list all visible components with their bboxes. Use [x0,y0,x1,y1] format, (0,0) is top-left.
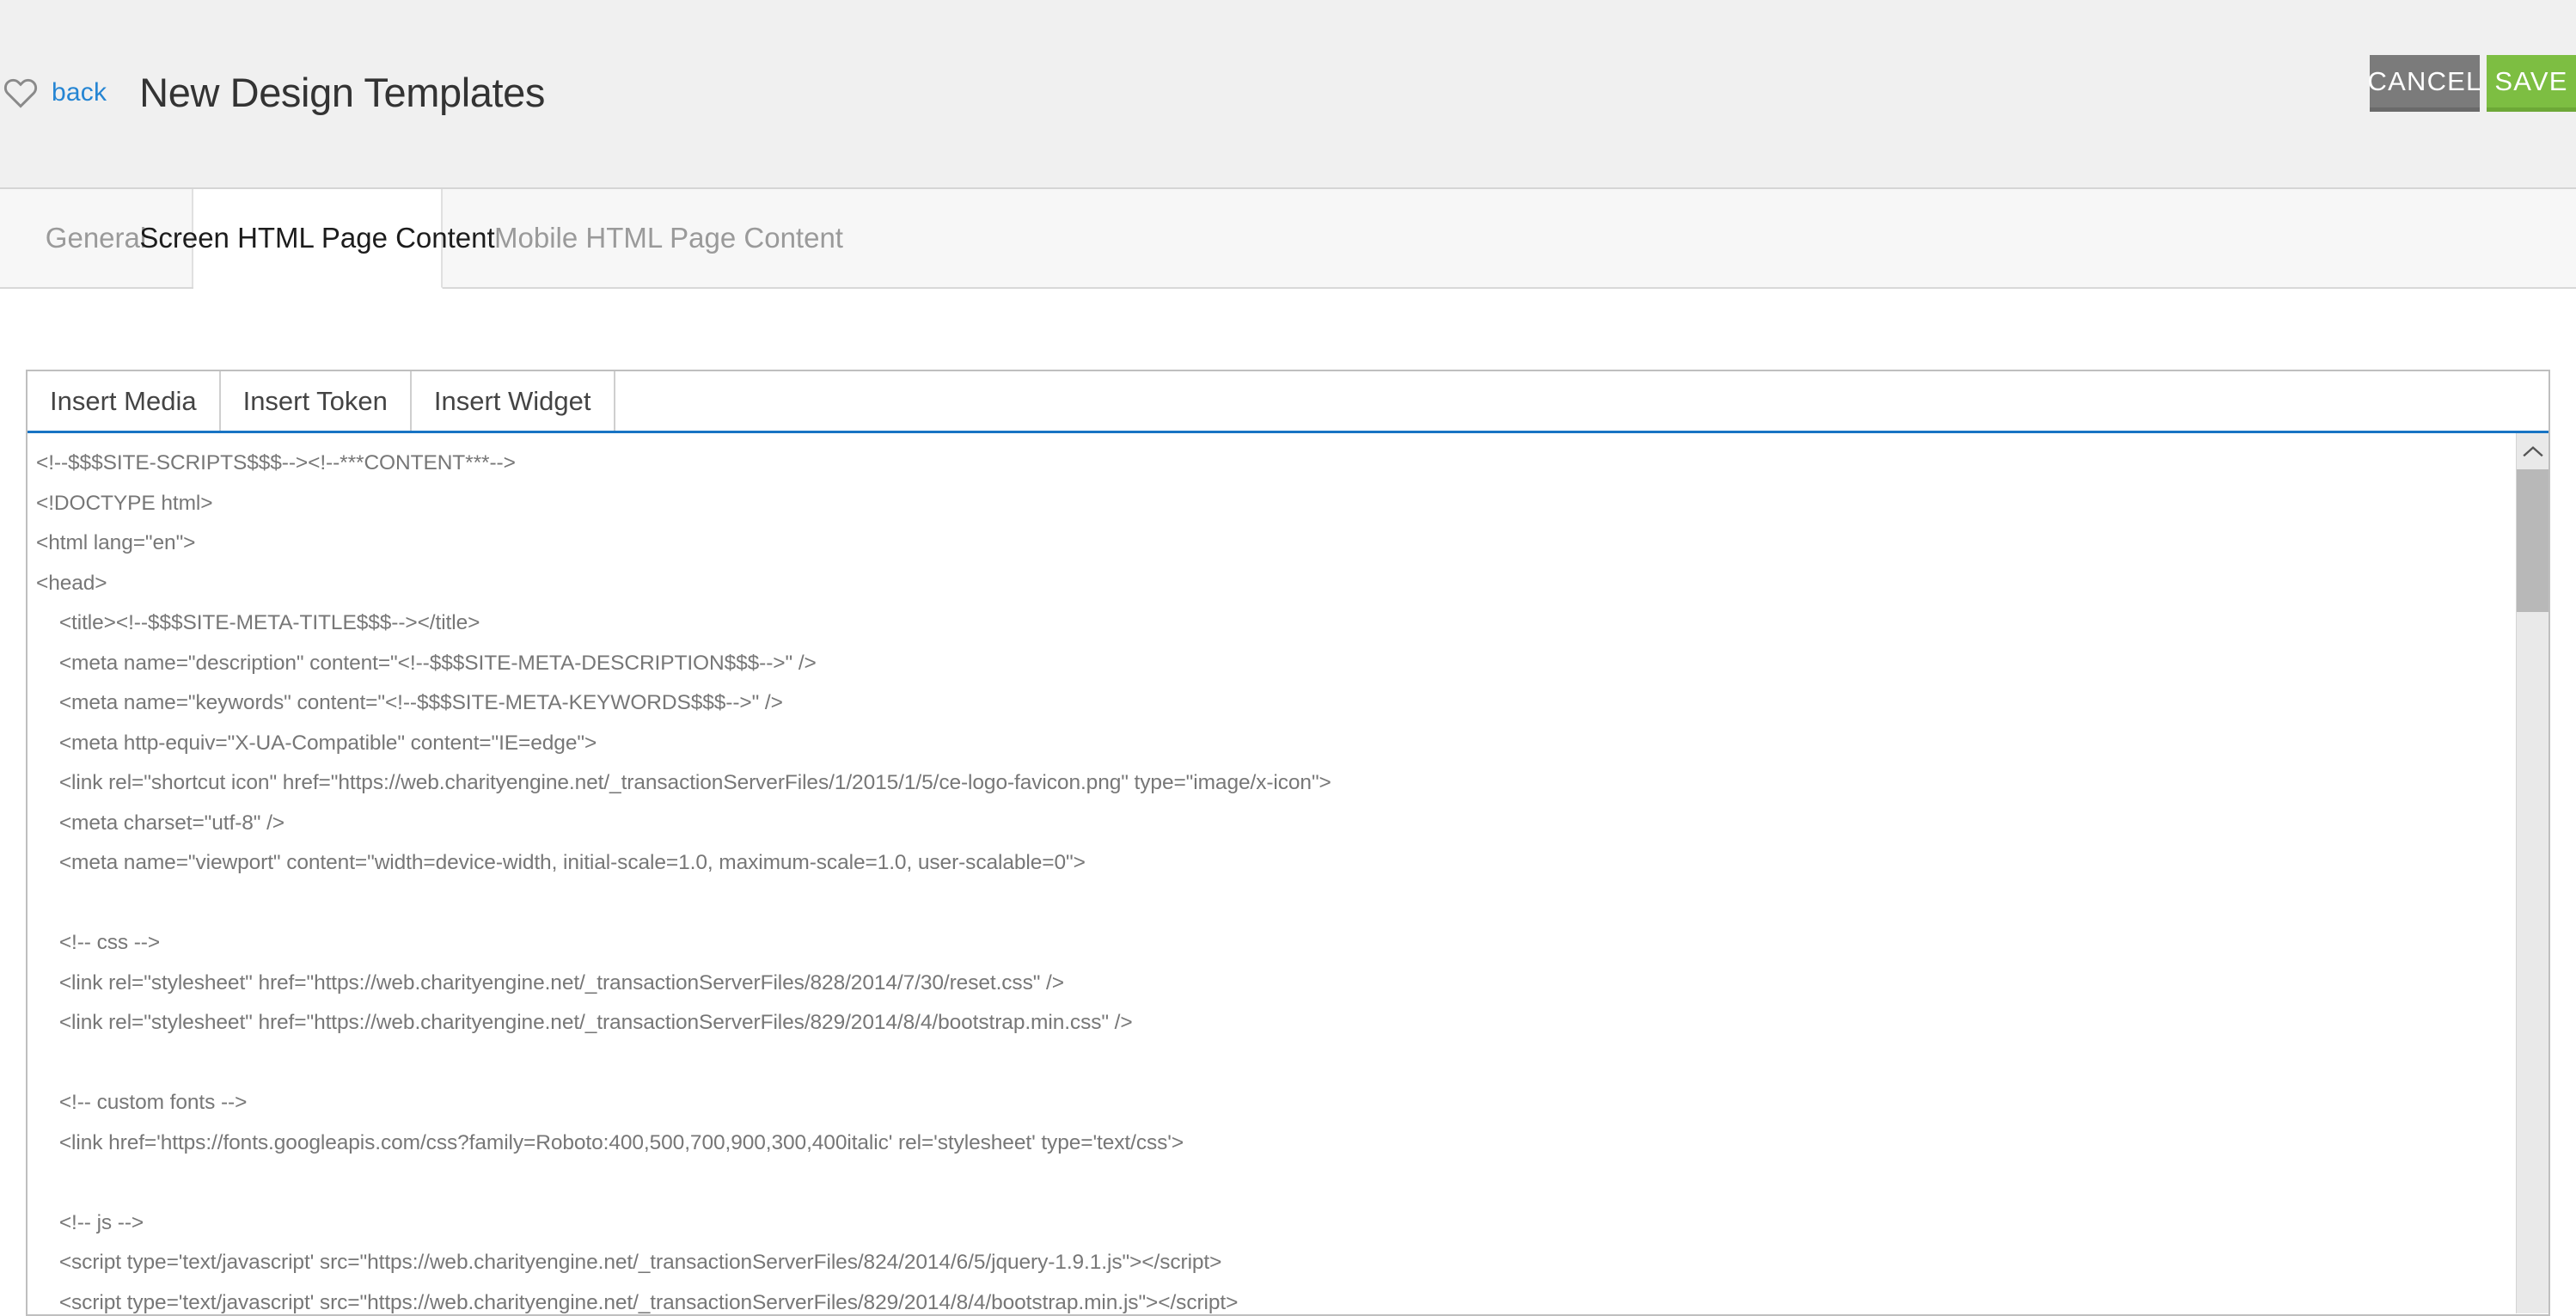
code-line: <link href='https://fonts.googleapis.com… [36,1130,1184,1154]
code-line: <script type='text/javascript' src="http… [36,1251,1222,1274]
code-line: <!--$$$SITE-SCRIPTS$$$--><!--***CONTENT*… [36,451,516,474]
code-line: <title><!--$$$SITE-META-TITLE$$$--></tit… [36,611,480,634]
page-title: New Design Templates [139,70,545,115]
code-line: <script type='text/javascript' src="http… [36,1290,1239,1314]
header-left-group: back New Design Templates [0,69,545,116]
tab-mobile-html-page-content[interactable]: Mobile HTML Page Content [443,189,2576,287]
code-line: <!DOCTYPE html> [36,491,213,515]
code-textarea[interactable]: <!--$$$SITE-SCRIPTS$$$--><!--***CONTENT*… [28,433,2516,1313]
code-line: <!-- js --> [36,1210,144,1234]
code-line: <link rel="stylesheet" href="https://web… [36,970,1064,995]
tab-screen-html-page-content[interactable]: Screen HTML Page Content [139,189,495,289]
code-line: <link rel="shortcut icon" href="https://… [36,771,1331,794]
code-line: <head> [36,571,107,595]
editor-vertical-scrollbar[interactable] [2516,433,2548,1313]
code-line: <!-- css --> [36,931,161,954]
code-line: <meta http-equiv="X-UA-Compatible" conte… [36,731,597,755]
cancel-button[interactable]: CANCEL [2368,55,2481,112]
tab-bar: General Screen HTML Page Content Mobile … [0,189,2576,289]
code-line: <meta charset="utf-8" /> [36,811,285,835]
code-line: <meta name="keywords" content="<!--$$$SI… [36,691,783,714]
insert-widget-button[interactable]: Insert Widget [411,371,615,431]
save-button[interactable]: SAVE [2487,55,2576,112]
editor-body: <!--$$$SITE-SCRIPTS$$$--><!--***CONTENT*… [28,433,2548,1313]
code-line: <html lang="en"> [36,531,196,554]
heart-outline-icon[interactable] [0,74,40,112]
code-line: <!-- custom fonts --> [36,1091,248,1114]
html-editor-panel: Insert Media Insert Token Insert Widget … [26,370,2550,1316]
scroll-up-button[interactable] [2517,433,2548,469]
code-line: <meta name="description" content="<!--$$… [36,651,817,675]
code-line: <link rel="stylesheet" href="https://web… [36,1011,1133,1034]
header-action-buttons: CANCEL SAVE [2368,55,2576,112]
app-header: back New Design Templates CANCEL SAVE [0,0,2576,189]
scrollbar-thumb[interactable] [2517,469,2548,612]
code-line: <meta name="viewport" content="width=dev… [36,851,1086,874]
insert-media-button[interactable]: Insert Media [28,371,221,431]
back-link[interactable]: back [52,78,107,107]
insert-token-button[interactable]: Insert Token [220,371,412,431]
chevron-up-icon [2522,446,2543,457]
scrollbar-track[interactable] [2517,612,2548,1313]
editor-toolbar: Insert Media Insert Token Insert Widget [28,371,2548,433]
